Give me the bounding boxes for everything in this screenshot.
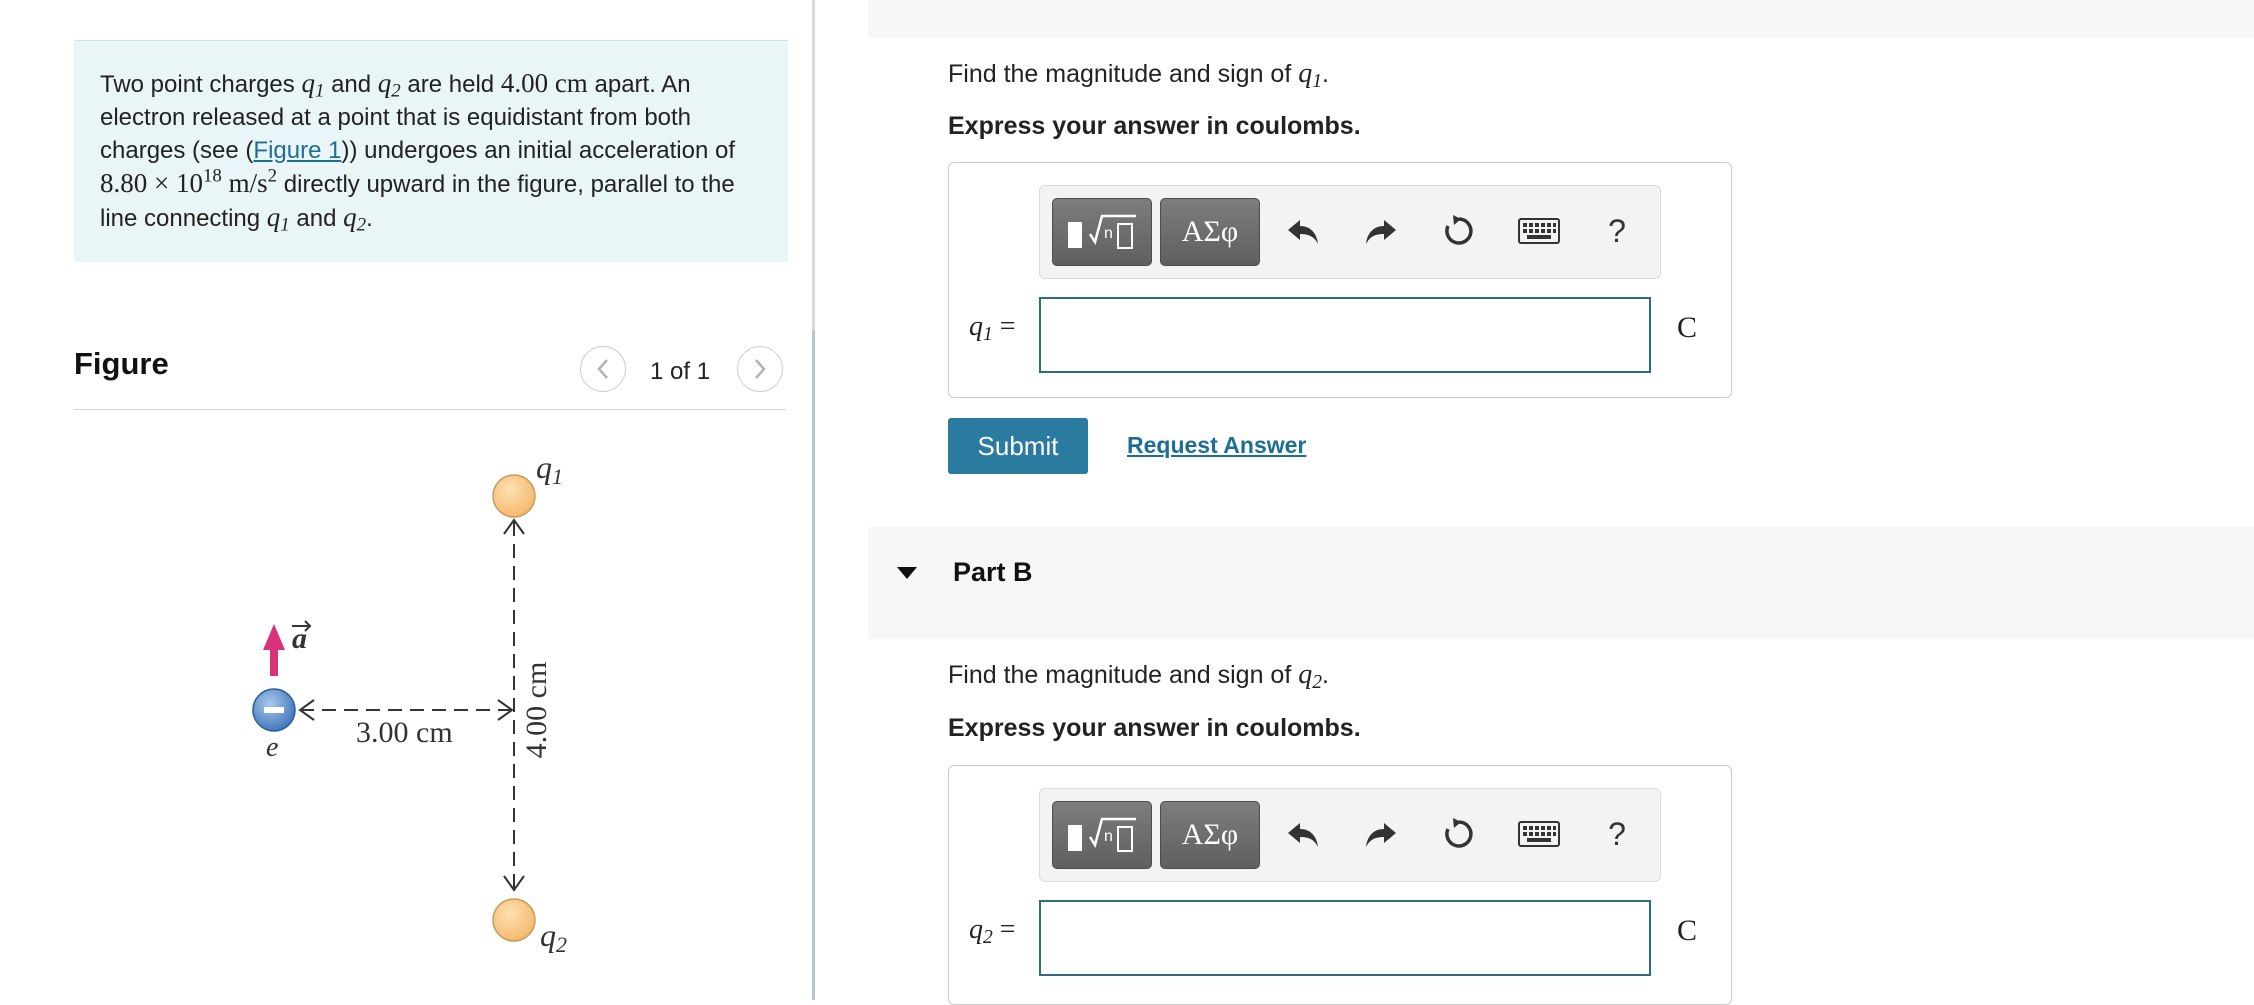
- keyboard-icon: [1518, 218, 1560, 244]
- charge-q2: [492, 898, 536, 942]
- part-b-title[interactable]: Part B: [953, 557, 1033, 588]
- help-button[interactable]: ?: [1594, 208, 1640, 254]
- figure-link[interactable]: Figure 1: [253, 137, 341, 164]
- keyboard-icon: [1518, 821, 1560, 847]
- chevron-left-icon: [597, 359, 608, 379]
- greek-symbols-button[interactable]: ΑΣφ: [1160, 198, 1260, 266]
- math-toolbar: n ΑΣφ ?: [1039, 788, 1661, 882]
- math-toolbar: n ΑΣφ ?: [1039, 185, 1661, 279]
- keyboard-button[interactable]: [1514, 208, 1564, 254]
- part-a-unit: C: [1677, 311, 1698, 344]
- undo-icon: [1288, 823, 1318, 847]
- part-a-answer-card: n ΑΣφ ? q1 = C: [948, 162, 1732, 398]
- distance-value: 4.00 cm: [500, 68, 588, 98]
- part-b-instruction: Express your answer in coulombs.: [948, 714, 1361, 742]
- problem-statement: Two point charges q1 and q2 are held 4.0…: [74, 40, 788, 262]
- q1-symbol: q1: [301, 68, 325, 102]
- label-vertical-distance: 4.00 cm: [520, 662, 553, 759]
- part-b-unit: C: [1677, 914, 1698, 947]
- problem-pane: Two point charges q1 and q2 are held 4.0…: [0, 0, 812, 1000]
- acceleration-arrowhead: [263, 624, 285, 650]
- problem-text: Two point charges: [100, 71, 302, 98]
- q1-symbol: q1: [266, 202, 290, 236]
- figure-pager-text: 1 of 1: [650, 358, 711, 385]
- part-b-answer-label: q2 =: [969, 914, 1016, 948]
- keyboard-button[interactable]: [1514, 811, 1564, 857]
- reset-button[interactable]: [1436, 811, 1482, 857]
- svg-text:n: n: [1104, 828, 1113, 845]
- part-b-answer-input[interactable]: [1039, 900, 1651, 976]
- request-answer-link[interactable]: Request Answer: [1127, 432, 1306, 459]
- reset-icon: [1445, 818, 1473, 848]
- charge-diagram: q1 q2 a e 3.00 cm 4.00 cm: [252, 449, 567, 957]
- part-a-instruction: Express your answer in coulombs.: [948, 112, 1361, 140]
- redo-icon: [1366, 823, 1396, 847]
- part-a-prompt: Find the magnitude and sign of q1.: [948, 58, 1329, 92]
- pane-divider-handle[interactable]: [812, 330, 815, 1000]
- chevron-right-icon: [755, 359, 766, 379]
- label-q1: q1: [536, 449, 563, 489]
- templates-button[interactable]: n: [1052, 801, 1152, 869]
- next-figure-button[interactable]: [737, 346, 783, 392]
- label-horizontal-distance: 3.00 cm: [356, 716, 453, 749]
- caret-down-icon[interactable]: [896, 566, 918, 580]
- acceleration-value: 8.80 × 1018 m/s2: [100, 165, 278, 198]
- part-a-header-band: [868, 0, 2254, 38]
- part-b-prompt: Find the magnitude and sign of q2.: [948, 659, 1329, 693]
- part-b-header[interactable]: [868, 527, 2254, 639]
- prev-figure-button[interactable]: [580, 346, 626, 392]
- undo-icon: [1288, 220, 1318, 244]
- part-a-answer-label: q1 =: [969, 311, 1016, 345]
- label-electron: e: [266, 732, 278, 763]
- redo-button[interactable]: [1358, 208, 1404, 254]
- reset-button[interactable]: [1436, 208, 1482, 254]
- q2-symbol: q2: [343, 202, 367, 236]
- templates-icon: n: [1068, 817, 1136, 852]
- greek-symbols-button[interactable]: ΑΣφ: [1160, 801, 1260, 869]
- undo-button[interactable]: [1280, 811, 1326, 857]
- templates-icon: n: [1068, 214, 1136, 249]
- templates-button[interactable]: n: [1052, 198, 1152, 266]
- help-button[interactable]: ?: [1594, 811, 1640, 857]
- redo-icon: [1366, 220, 1396, 244]
- svg-text:n: n: [1104, 225, 1113, 242]
- part-b-answer-card: n ΑΣφ ? q2 = C: [948, 765, 1732, 1005]
- redo-button[interactable]: [1358, 811, 1404, 857]
- figure-title: Figure: [74, 346, 169, 381]
- q2-symbol: q2: [377, 68, 401, 102]
- label-q2: q2: [540, 917, 567, 957]
- undo-button[interactable]: [1280, 208, 1326, 254]
- part-a-answer-input[interactable]: [1039, 297, 1651, 373]
- charge-q1: [492, 474, 536, 518]
- submit-button[interactable]: Submit: [948, 418, 1088, 474]
- minus-sign: [264, 707, 284, 713]
- reset-icon: [1445, 215, 1473, 245]
